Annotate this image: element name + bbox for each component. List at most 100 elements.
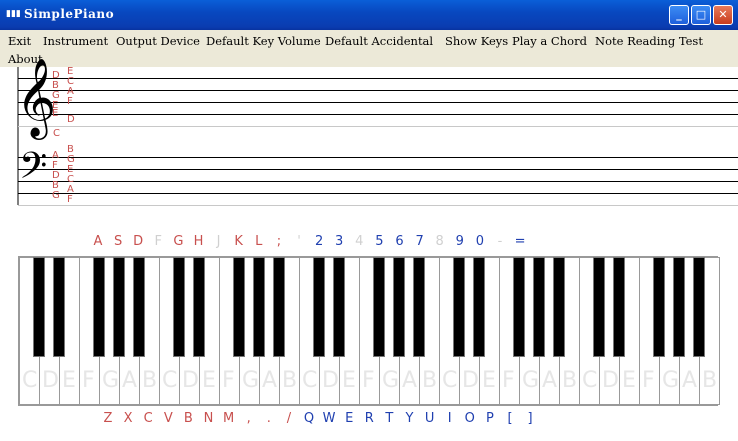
lower-key-label: Q <box>303 411 315 426</box>
black-key[interactable] <box>193 257 205 357</box>
window-title: SimplePiano <box>24 7 115 21</box>
black-key[interactable] <box>613 257 625 357</box>
menu-exit[interactable]: Exit <box>8 34 31 48</box>
white-key-note: D <box>42 368 59 393</box>
lower-key-label: V <box>163 411 173 426</box>
white-key-note: A <box>682 368 697 393</box>
white-key-note: F <box>642 368 655 393</box>
bass-notes-right: BGECAF <box>67 144 75 205</box>
black-key[interactable] <box>413 257 425 357</box>
white-key-note: E <box>62 368 76 393</box>
lower-key-label: T <box>385 411 394 426</box>
menu-note-reading-test[interactable]: Note Reading Test <box>595 34 703 48</box>
black-key[interactable] <box>653 257 665 357</box>
white-key-note: C <box>302 368 317 393</box>
lower-key-label: E <box>345 411 354 426</box>
black-key[interactable] <box>53 257 65 357</box>
white-key-note: F <box>82 368 95 393</box>
upper-key-label: D <box>133 234 144 249</box>
black-key[interactable] <box>473 257 485 357</box>
staff-lines <box>17 67 738 206</box>
white-key-note: C <box>162 368 177 393</box>
white-key-note: A <box>262 368 277 393</box>
close-button[interactable]: ✕ <box>713 5 733 25</box>
white-key-note: C <box>582 368 597 393</box>
black-key[interactable] <box>673 257 685 357</box>
lower-key-label: Y <box>405 411 414 426</box>
black-key[interactable] <box>373 257 385 357</box>
lower-key-label: U <box>424 411 435 426</box>
lower-key-label: C <box>143 411 153 426</box>
black-key[interactable] <box>133 257 145 357</box>
upper-key-label: J <box>216 234 221 249</box>
minimize-button[interactable]: _ <box>669 5 689 25</box>
black-key[interactable] <box>593 257 605 357</box>
upper-key-label: 7 <box>415 234 424 249</box>
lower-key-label: O <box>464 411 475 426</box>
black-key[interactable] <box>33 257 45 357</box>
treble-note-c-left: C <box>53 128 60 139</box>
black-key[interactable] <box>93 257 105 357</box>
treble-note-e-left: E <box>52 108 59 119</box>
maximize-button[interactable]: □ <box>691 5 711 25</box>
menu-default-key-volume[interactable]: Default Key Volume <box>206 34 321 48</box>
white-key-note: A <box>402 368 417 393</box>
bass-notes-left: AFDBG <box>52 150 60 201</box>
white-key-note: E <box>202 368 216 393</box>
lower-key-label: [ <box>507 411 513 426</box>
black-key[interactable] <box>333 257 345 357</box>
white-key-note: D <box>602 368 619 393</box>
white-key-note: F <box>502 368 515 393</box>
black-key[interactable] <box>233 257 245 357</box>
menu-output-device[interactable]: Output Device <box>116 34 200 48</box>
black-key[interactable] <box>693 257 705 357</box>
white-key-note: E <box>482 368 496 393</box>
white-key-note: G <box>382 368 399 393</box>
upper-key-label: 3 <box>335 234 344 249</box>
treble-notes-right: ECAF <box>67 66 74 107</box>
black-key[interactable] <box>453 257 465 357</box>
black-key[interactable] <box>513 257 525 357</box>
black-key[interactable] <box>173 257 185 357</box>
upper-key-label: 5 <box>375 234 384 249</box>
white-key-note: G <box>102 368 119 393</box>
lower-key-label: M <box>222 411 235 426</box>
upper-key-label: A <box>93 234 103 249</box>
title-bar[interactable]: ▮▮▮ SimplePiano _ □ ✕ <box>0 0 738 30</box>
lower-key-label: W <box>322 411 336 426</box>
white-key-note: D <box>462 368 479 393</box>
lower-key-label: I <box>447 411 452 426</box>
white-key-note: E <box>342 368 356 393</box>
white-key-note: C <box>442 368 457 393</box>
upper-key-label: ' <box>297 234 301 249</box>
lower-key-label: . <box>266 411 271 426</box>
black-key[interactable] <box>253 257 265 357</box>
menu-instrument[interactable]: Instrument <box>43 34 108 48</box>
bass-clef-icon: 𝄢 <box>19 145 48 196</box>
upper-key-label: 0 <box>475 234 485 249</box>
music-staff: 𝄞 𝄢 DBGE ECAF D E C AFDBG BGECAF <box>0 63 738 212</box>
black-key[interactable] <box>313 257 325 357</box>
lower-key-label: X <box>123 411 133 426</box>
white-key-note: F <box>222 368 235 393</box>
lower-key-label: R <box>364 411 374 426</box>
lower-key-label: / <box>286 411 292 426</box>
upper-key-label: L <box>255 234 263 249</box>
black-key[interactable] <box>113 257 125 357</box>
black-key[interactable] <box>273 257 285 357</box>
black-key[interactable] <box>533 257 545 357</box>
upper-key-label: 8 <box>435 234 444 249</box>
black-key[interactable] <box>553 257 565 357</box>
upper-key-label: 9 <box>455 234 464 249</box>
menu-play-a-chord[interactable]: Play a Chord <box>512 34 587 48</box>
white-key-note: G <box>662 368 679 393</box>
white-key-note: F <box>362 368 375 393</box>
menu-default-accidental[interactable]: Default Accidental <box>325 34 433 48</box>
upper-key-label: 2 <box>314 234 324 249</box>
piano-keyboard: CDEFGABCDEFGABCDEFGABCDEFGABCDEFGAB <box>18 256 720 406</box>
menu-show-keys[interactable]: Show Keys <box>445 34 508 48</box>
lower-key-label: Z <box>103 411 113 426</box>
black-key[interactable] <box>393 257 405 357</box>
white-key-note: B <box>422 368 437 393</box>
treble-notes-left: DBGE <box>52 70 60 111</box>
